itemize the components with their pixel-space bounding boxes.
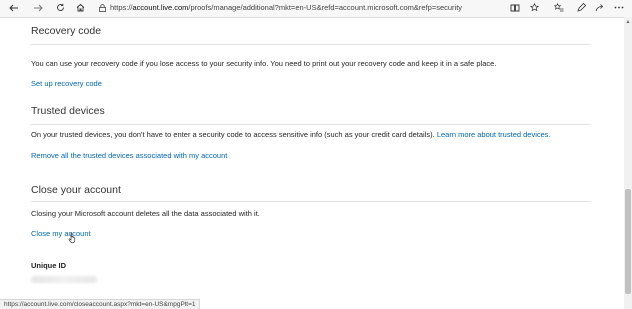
notes-button[interactable] (571, 0, 591, 15)
star-icon (529, 3, 539, 12)
refresh-button[interactable] (50, 0, 70, 15)
close-account-title: Close your account (31, 184, 121, 196)
reading-view-button[interactable] (505, 0, 525, 15)
more-icon (614, 6, 624, 9)
unique-id-label: Unique ID (31, 261, 66, 270)
url-path: /proofs/manage/additional?mkt=en-US&refd… (188, 3, 463, 12)
recovery-code-description: You can use your recovery code if you lo… (31, 59, 497, 68)
hand-cursor-icon (68, 232, 76, 244)
browser-toolbar: https://account.live.com/proofs/manage/a… (0, 0, 632, 18)
share-icon (595, 4, 603, 12)
trusted-devices-description: On your trusted devices, you don't have … (31, 130, 551, 140)
back-button[interactable] (4, 0, 24, 15)
unique-id-value-redacted (31, 276, 97, 283)
trusted-devices-text: On your trusted devices, you don't have … (31, 130, 435, 139)
address-bar[interactable]: https://account.live.com/proofs/manage/a… (94, 0, 494, 15)
trusted-divider (31, 124, 591, 125)
vertical-scrollbar[interactable]: ▲ (624, 17, 632, 309)
unique-id-section: Unique ID (31, 261, 591, 283)
forward-button[interactable] (28, 0, 48, 15)
learn-more-trusted-devices-link[interactable]: Learn more about trusted devices. (437, 130, 551, 139)
close-account-section: Close your account Closing your Microsof… (31, 184, 591, 238)
more-button[interactable] (609, 0, 629, 15)
url-host: account.live.com (132, 3, 189, 12)
close-divider (31, 201, 591, 202)
forward-arrow-icon (34, 4, 43, 11)
status-bar-url: https://account.live.com/closeaccount.as… (0, 299, 201, 309)
refresh-icon (56, 3, 64, 11)
trusted-devices-title: Trusted devices (31, 105, 105, 117)
lock-icon (94, 0, 110, 15)
scrollbar-thumb[interactable] (625, 189, 631, 294)
close-my-account-link[interactable]: Close my account (31, 229, 91, 239)
scroll-up-arrow-icon[interactable]: ▲ (624, 19, 632, 25)
favorites-list-icon (554, 3, 564, 12)
trusted-devices-section: Trusted devices On your trusted devices,… (31, 105, 591, 160)
set-up-recovery-code-link[interactable]: Set up recovery code (31, 79, 102, 89)
favorite-button[interactable] (524, 0, 544, 15)
pen-icon (576, 3, 586, 12)
recovery-divider (31, 44, 591, 45)
home-icon (76, 3, 84, 12)
recovery-code-section: Recovery code You can use your recovery … (31, 25, 591, 88)
book-icon (510, 4, 520, 11)
share-button[interactable] (589, 0, 609, 15)
home-button[interactable] (70, 0, 90, 15)
address-url: https://account.live.com/proofs/manage/a… (110, 3, 463, 12)
favorites-hub-button[interactable] (549, 0, 569, 15)
close-account-description: Closing your Microsoft account deletes a… (31, 209, 260, 218)
remove-trusted-devices-link[interactable]: Remove all the trusted devices associate… (31, 151, 227, 161)
back-arrow-icon (9, 4, 18, 11)
recovery-code-title: Recovery code (31, 25, 102, 37)
